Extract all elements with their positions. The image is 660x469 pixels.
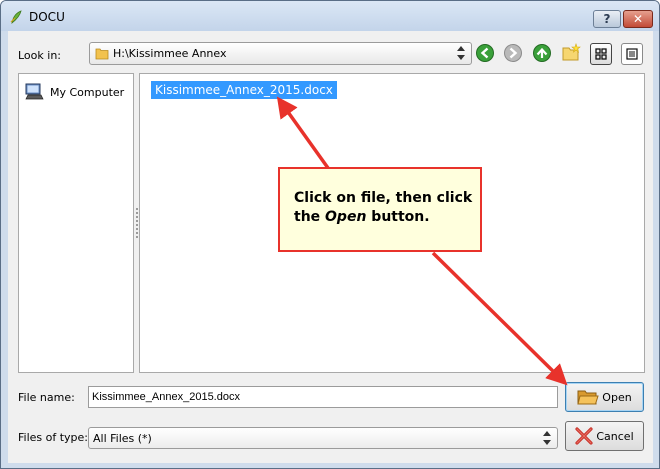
open-button[interactable]: Open	[565, 382, 644, 412]
look-in-path: H:\Kissimmee Annex	[113, 47, 227, 60]
file-type-label: Files of type:	[18, 431, 89, 444]
back-icon[interactable]	[475, 43, 495, 63]
cancel-button[interactable]: Cancel	[565, 421, 644, 451]
folder-open-icon	[577, 390, 599, 405]
cancel-x-icon	[575, 427, 593, 445]
help-button[interactable]: ?	[593, 10, 621, 28]
look-in-combo[interactable]: H:\Kissimmee Annex	[89, 42, 472, 65]
combo-spin-icon	[543, 431, 552, 446]
sidebar-item-label: My Computer	[50, 85, 125, 99]
callout-line-1: Click on file, then click	[294, 190, 473, 206]
combo-spin-icon	[457, 46, 466, 61]
detail-view-icon[interactable]	[621, 43, 643, 65]
sidebar-item-my-computer[interactable]: My Computer	[24, 82, 124, 102]
places-sidebar: My Computer	[18, 73, 134, 373]
callout-emphasis: Open	[325, 209, 367, 225]
icon-view-icon[interactable]	[590, 43, 612, 65]
computer-icon	[25, 83, 44, 100]
callout-line-2: the Open button.	[294, 209, 430, 225]
file-name-label-static: File name:	[18, 391, 75, 404]
instruction-callout: Click on file, then click the Open butto…	[278, 167, 482, 252]
close-button[interactable]: ✕	[623, 10, 653, 28]
app-icon	[10, 10, 22, 24]
folder-icon	[95, 48, 109, 60]
forward-icon[interactable]	[503, 43, 523, 63]
list-item[interactable]: W Kissimmee_Annex_2015.docx	[143, 78, 337, 102]
file-type-select[interactable]: All Files (*)	[88, 427, 558, 449]
cancel-button-label: Cancel	[596, 429, 634, 443]
file-type-value: All Files (*)	[93, 432, 152, 445]
open-button-label: Open	[602, 390, 632, 404]
file-name-input[interactable]	[88, 386, 558, 408]
window-title: DOCU	[29, 10, 65, 24]
up-icon[interactable]	[532, 43, 552, 63]
file-name-label: Kissimmee_Annex_2015.docx	[151, 81, 337, 99]
new-folder-icon[interactable]	[561, 43, 581, 63]
look-in-label: Look in:	[18, 49, 61, 62]
title-bar[interactable]: DOCU ? ✕	[1, 1, 659, 31]
